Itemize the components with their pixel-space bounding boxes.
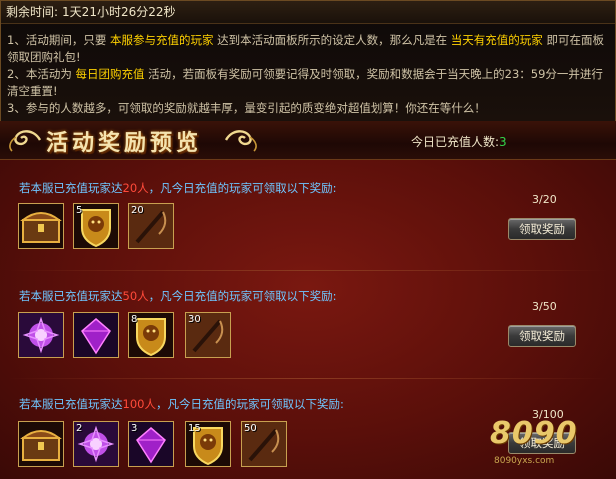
item-quantity: 15	[188, 423, 201, 434]
site-watermark-logo: 8090 8090yxs.com	[490, 412, 612, 474]
recharge-count-value: 3	[499, 135, 507, 149]
treasure-chest-icon	[20, 430, 62, 461]
item-quantity: 50	[244, 423, 257, 434]
reward-item-purple-gem[interactable]: 3	[128, 421, 174, 467]
tier-condition-amount: 100人	[122, 397, 156, 411]
tier-condition: 若本服已充值玩家达20人，凡今日充值的玩家可领取以下奖励:	[19, 180, 337, 196]
reward-preview-banner: 活动奖励预览 今日已充值人数:3	[0, 121, 616, 160]
reward-item-lion-shield[interactable]: 5	[73, 203, 119, 249]
purple-lotus-icon	[19, 313, 63, 357]
reward-item-whip[interactable]: 50	[241, 421, 287, 467]
reward-tier-50: 若本服已充值玩家达50人，凡今日充值的玩家可领取以下奖励: 8 30 3/50 …	[0, 270, 616, 375]
recharge-count: 今日已充值人数:3	[411, 133, 507, 150]
watermark-logo-text: 8090	[490, 416, 578, 451]
treasure-chest-icon	[20, 212, 62, 243]
tier-condition-prefix: 若本服已充值玩家达	[19, 181, 123, 195]
reward-item-treasure-chest[interactable]	[18, 203, 64, 249]
timer-label: 剩余时间:	[6, 5, 59, 19]
reward-item-purple-lotus[interactable]: 2	[73, 421, 119, 467]
tier-progress: 3/20	[532, 193, 557, 206]
swirl-ornament-right-icon	[224, 130, 257, 152]
tier-condition-prefix: 若本服已充值玩家达	[19, 397, 123, 411]
item-quantity: 2	[76, 423, 83, 434]
tier-condition-amount: 20人	[122, 181, 149, 195]
recharge-count-label: 今日已充值人数:	[411, 135, 500, 149]
reward-item-treasure-chest[interactable]	[18, 421, 64, 467]
purple-gem-icon	[74, 313, 118, 357]
tier-condition-prefix: 若本服已充值玩家达	[19, 289, 123, 303]
tier-condition-suffix: ，凡今日充值的玩家可领取以下奖励:	[155, 397, 344, 411]
rule-1-text-a: 1、活动期间，只要	[7, 33, 107, 47]
watermark-url: 8090yxs.com	[494, 456, 555, 466]
claim-reward-button[interactable]: 领取奖励	[508, 325, 576, 347]
tier-condition-suffix: ，凡今日充值的玩家可领取以下奖励:	[148, 289, 337, 303]
banner-title: 活动奖励预览	[46, 130, 203, 156]
reward-item-whip[interactable]: 30	[185, 312, 231, 358]
rules-text: 1、活动期间，只要 本服参与充值的玩家 达到本活动面板所示的设定人数，那么凡是在…	[1, 24, 615, 117]
rule-3: 3、参与的人数越多，可领取的奖励就越丰厚，量变引起的质变绝对超值划算！你还在等什…	[7, 101, 486, 115]
timer-bar: 剩余时间: 1天21小时26分22秒	[1, 1, 615, 24]
reward-item-whip[interactable]: 20	[128, 203, 174, 249]
reward-item-purple-lotus[interactable]	[18, 312, 64, 358]
timer-value: 1天21小时26分22秒	[62, 5, 176, 19]
claim-reward-button[interactable]: 领取奖励	[508, 218, 576, 240]
item-quantity: 30	[188, 314, 201, 325]
rule-1-text-b: 达到本活动面板所示的设定人数，那么凡是在	[217, 33, 448, 47]
item-quantity: 8	[131, 314, 138, 325]
tier-condition: 若本服已充值玩家达50人，凡今日充值的玩家可领取以下奖励:	[19, 288, 337, 304]
rule-2: 2、本活动为 每日团购充值 活动，若面板有奖励可领要记得及时领取，奖励和数据会于…	[7, 66, 605, 100]
reward-item-lion-shield[interactable]: 8	[128, 312, 174, 358]
info-panel: 剩余时间: 1天21小时26分22秒 1、活动期间，只要 本服参与充值的玩家 达到…	[0, 0, 616, 122]
tier-condition-suffix: ，凡今日充值的玩家可领取以下奖励:	[148, 181, 337, 195]
item-quantity: 3	[131, 423, 138, 434]
tier-condition-amount: 50人	[122, 289, 149, 303]
reward-item-lion-shield[interactable]: 15	[185, 421, 231, 467]
item-quantity: 5	[76, 205, 83, 216]
reward-item-purple-gem[interactable]	[73, 312, 119, 358]
item-quantity: 20	[131, 205, 144, 216]
reward-tier-20: 若本服已充值玩家达20人，凡今日充值的玩家可领取以下奖励: 5 20 3/20 …	[0, 160, 616, 265]
tier-condition: 若本服已充值玩家达100人，凡今日充值的玩家可领取以下奖励:	[19, 396, 344, 412]
rule-1: 1、活动期间，只要 本服参与充值的玩家 达到本活动面板所示的设定人数，那么凡是在…	[7, 32, 605, 66]
rule-2-text-a: 2、本活动为	[7, 67, 72, 81]
rule-2-highlight: 每日团购充值	[75, 67, 145, 81]
swirl-ornament-left-icon	[9, 130, 42, 152]
rule-1-highlight-a: 本服参与充值的玩家	[109, 33, 214, 47]
rule-1-highlight-b: 当天有充值的玩家	[450, 33, 543, 47]
tier-progress: 3/50	[532, 300, 557, 313]
